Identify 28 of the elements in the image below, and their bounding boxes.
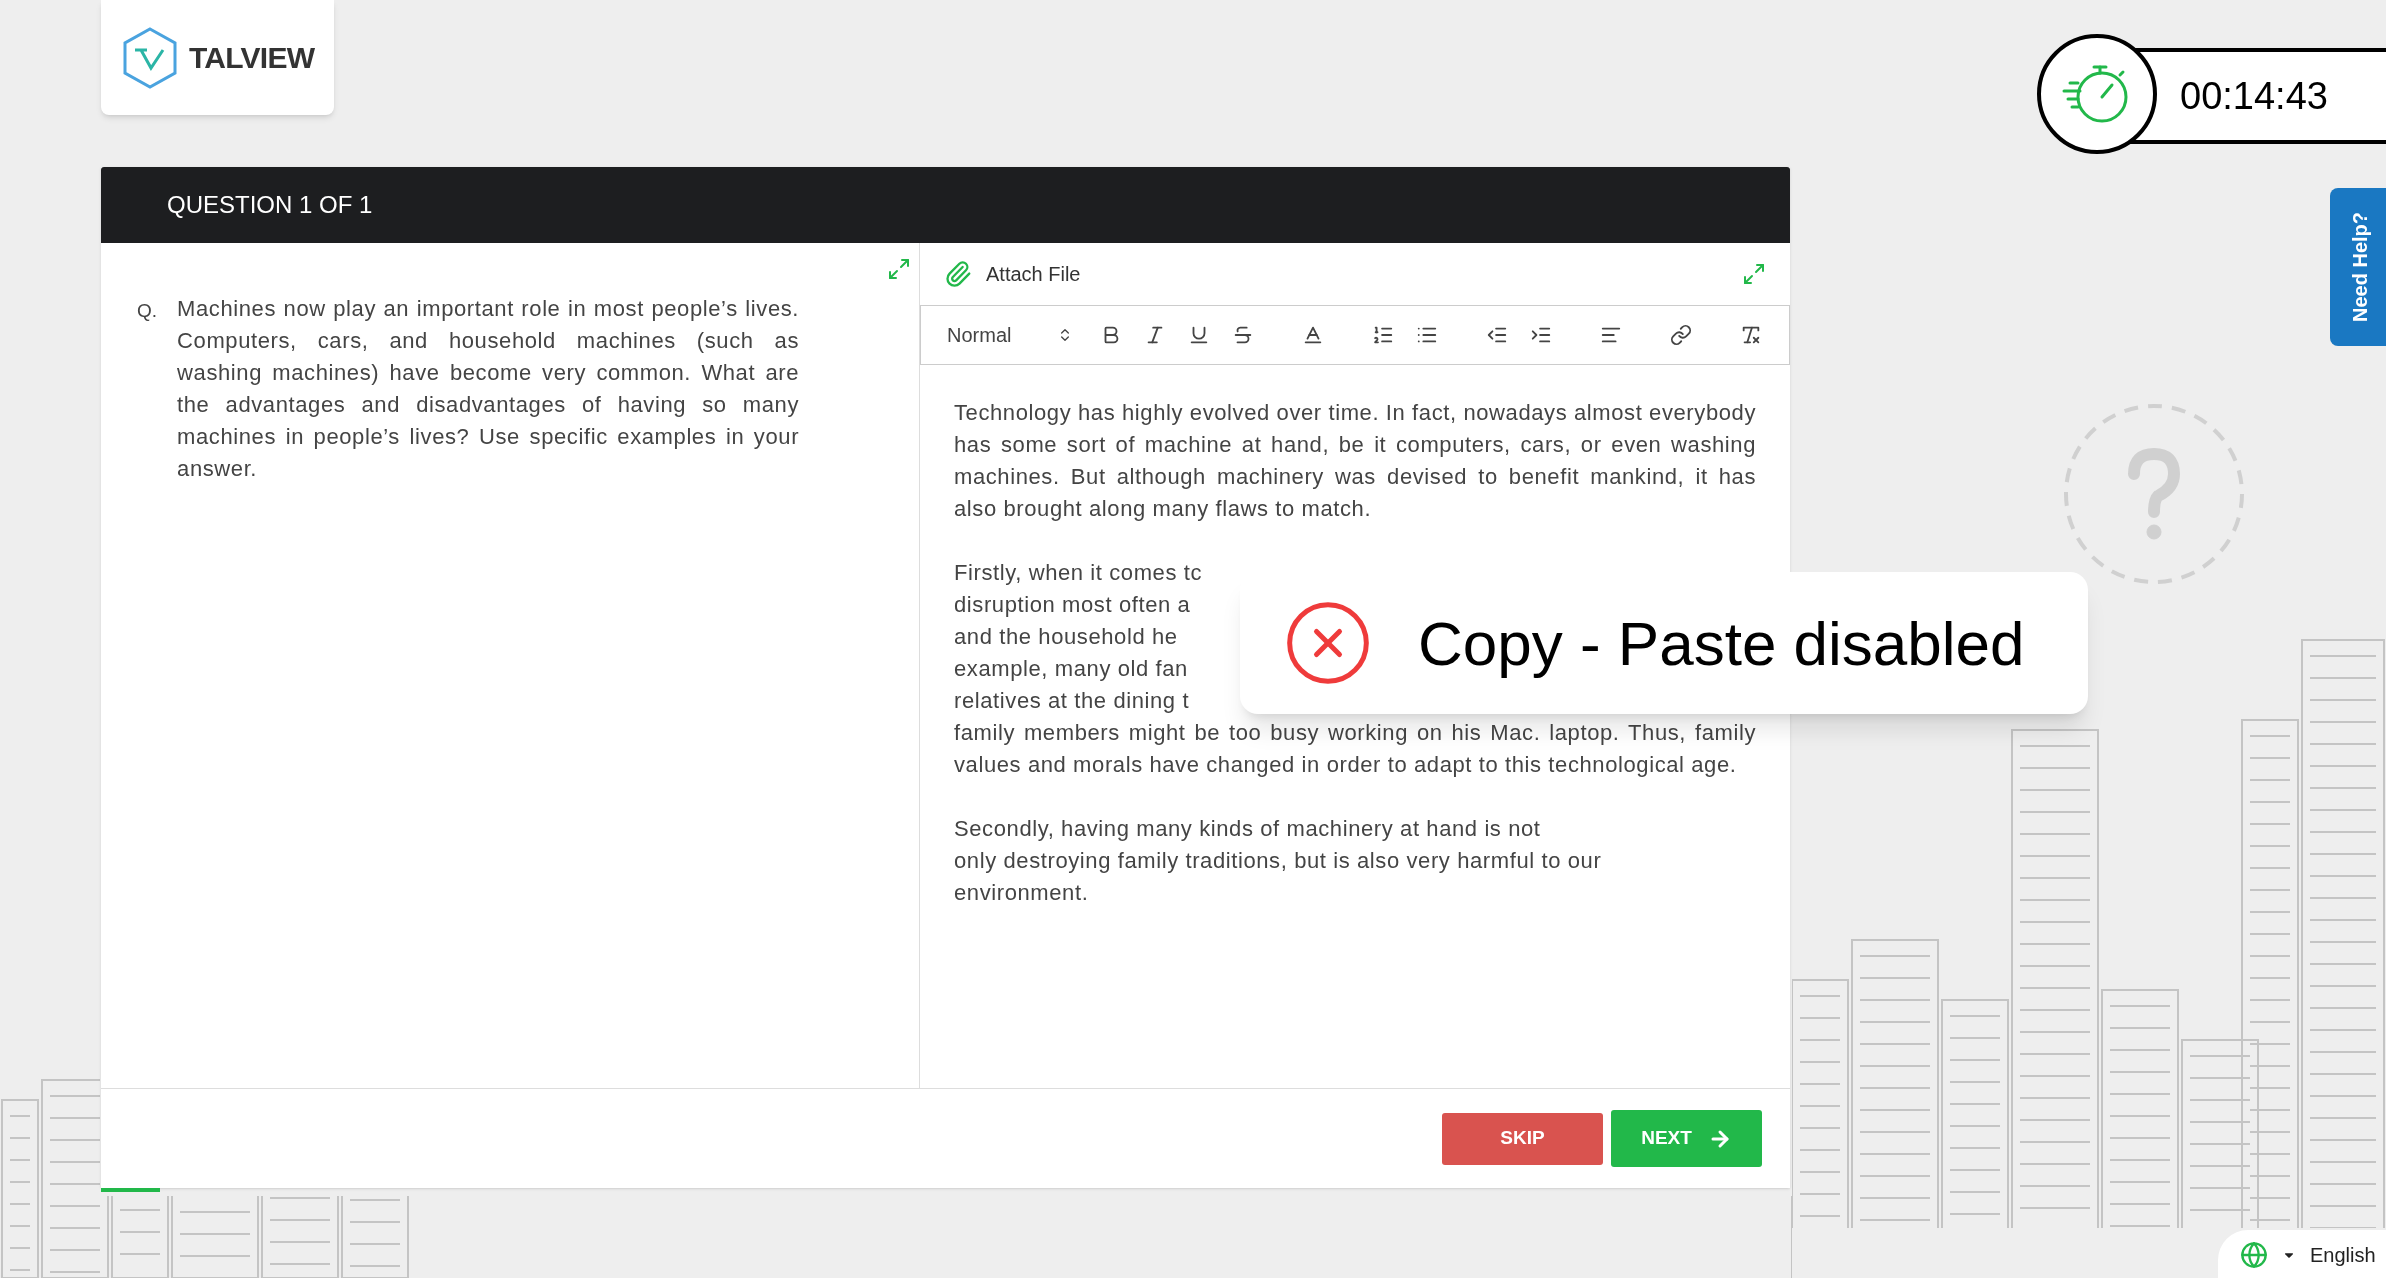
skip-button[interactable]: SKIP xyxy=(1442,1112,1603,1165)
style-select[interactable]: Normal xyxy=(947,320,1073,350)
question-counter: QUESTION 1 OF 1 xyxy=(167,190,373,220)
answer-paragraph: family members might be too busy working on his Mac. laptop. Thus, family values and morals have changed in order to adapt to this technological age. xyxy=(954,719,1756,779)
question-text: Machines now play an important role in most people’s lives. Computers, cars, and household machines (such as washing machines) have become very common. What are the advantages and disadvantages of having so many machines in people’s lives? Use specific examples in your answer. xyxy=(177,295,800,483)
language-selector[interactable]: English xyxy=(2218,1230,2386,1278)
toast-message: Copy - Paste disabled xyxy=(1418,607,2025,680)
answer-text-line: relatives at the dining t xyxy=(954,687,1190,715)
answer-paragraph: Technology has highly evolved over time. In fact, nowadays almost everybody has some sort of machine at hand, be it computers, cars, or even washing machines. But although machinery was devised to benefit mankind, it has also brought along many flaws to match. xyxy=(954,399,1756,523)
logo-icon xyxy=(121,25,179,90)
answer-text-line: Firstly, when it comes tc xyxy=(954,559,1203,587)
expand-button[interactable] xyxy=(1742,262,1766,286)
link-button[interactable] xyxy=(1669,324,1693,346)
need-help-tab[interactable]: Need Help? xyxy=(2330,188,2386,346)
logo-text: TALVIEW xyxy=(189,40,315,76)
question-prefix: Q. xyxy=(137,299,158,323)
answer-text-line: only destroying family traditions, but is also very harmful to our xyxy=(954,847,1602,875)
timer-text: 00:14:43 xyxy=(2180,73,2328,119)
numbered-list-button[interactable] xyxy=(1371,324,1395,346)
answer-text-line: environment. xyxy=(954,879,1089,907)
answer-text-line: example, many old fan xyxy=(954,655,1188,683)
expand-button[interactable] xyxy=(887,257,911,281)
answer-text-line: and the household he xyxy=(954,623,1178,651)
answer-text-line: disruption most often a xyxy=(954,591,1191,619)
paperclip-icon xyxy=(944,260,972,288)
attach-file-button[interactable]: Attach File xyxy=(944,259,1081,289)
globe-icon xyxy=(2240,1241,2268,1269)
answer-text-line: Secondly, having many kinds of machinery at hand is not xyxy=(954,815,1541,843)
